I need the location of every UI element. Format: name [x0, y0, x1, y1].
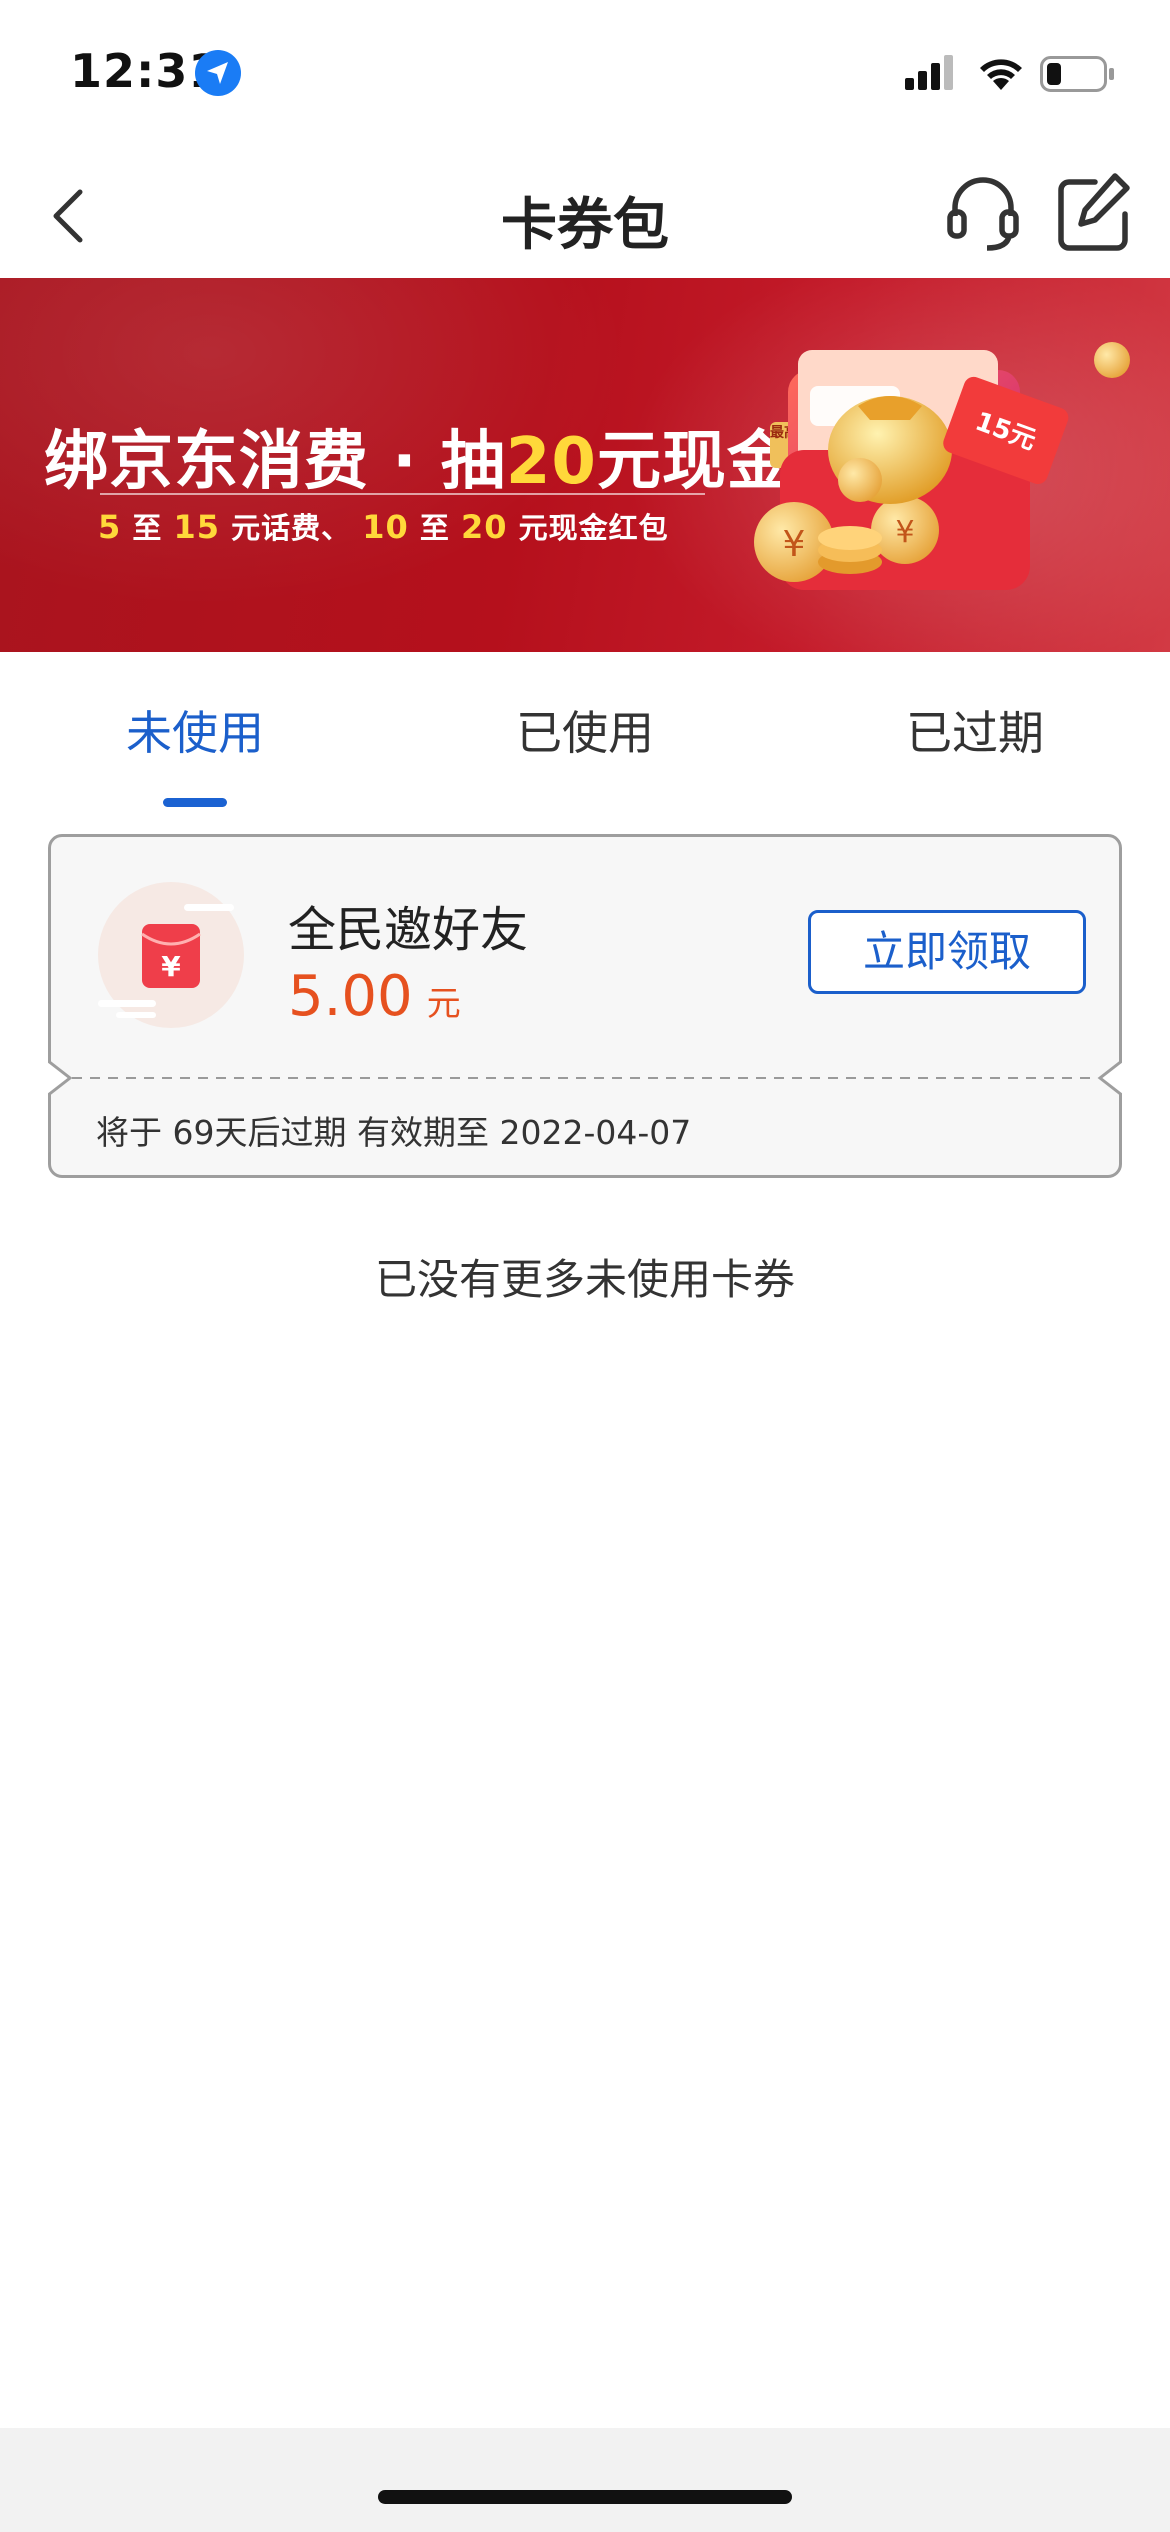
- banner-subtitle: 5 至 15 元话费、 10 至 20 元现金红包: [98, 508, 669, 546]
- tab-unused[interactable]: 未使用: [0, 697, 390, 763]
- customer-service-button[interactable]: [945, 172, 1021, 256]
- claim-button[interactable]: 立即领取: [808, 910, 1086, 994]
- active-tab-indicator: [163, 798, 227, 807]
- cellular-signal-icon: [905, 55, 953, 90]
- status-bar: 12:31: [0, 0, 1170, 150]
- coupon-amount: 5.00 元: [288, 964, 461, 1029]
- svg-text:¥: ¥: [895, 515, 914, 550]
- headset-icon: [947, 177, 1019, 251]
- banner-headline: 绑京东消费 · 抽20元现金: [44, 425, 792, 499]
- red-packet-illustration: ¥ 15元 ¥: [754, 342, 1130, 590]
- banner-divider: [100, 493, 705, 495]
- nav-bar: 卡券包: [0, 150, 1170, 278]
- battery-icon: [1040, 56, 1114, 92]
- coupon-tabs: 未使用 已使用 已过期: [0, 652, 1170, 817]
- svg-text:¥: ¥: [783, 524, 806, 565]
- coupon-title: 全民邀好友: [288, 902, 529, 958]
- red-envelope-icon: ¥: [98, 882, 244, 1028]
- coupon-card[interactable]: ¥ 全民邀好友 5.00 元 立即领取 将于 69天后过期 有效期至 2022-0…: [48, 834, 1122, 1178]
- home-indicator[interactable]: [378, 2490, 792, 2504]
- wifi-icon: [980, 59, 1022, 90]
- home-indicator-bar: [0, 2428, 1170, 2532]
- edit-button[interactable]: [1055, 170, 1131, 254]
- tab-used[interactable]: 已使用: [390, 697, 780, 763]
- location-arrow-icon: [195, 50, 241, 96]
- edit-icon: [1058, 173, 1130, 251]
- list-end-text: 已没有更多未使用卡券: [374, 1255, 795, 1304]
- coupon-expiry: 将于 69天后过期 有效期至 2022-04-07: [96, 1113, 692, 1152]
- promo-banner[interactable]: 绑京东消费 · 抽20元现金 最高 5 至 15 元话费、 10 至 20 元现…: [0, 278, 1170, 652]
- tab-expired[interactable]: 已过期: [780, 697, 1170, 763]
- svg-text:¥: ¥: [161, 950, 181, 983]
